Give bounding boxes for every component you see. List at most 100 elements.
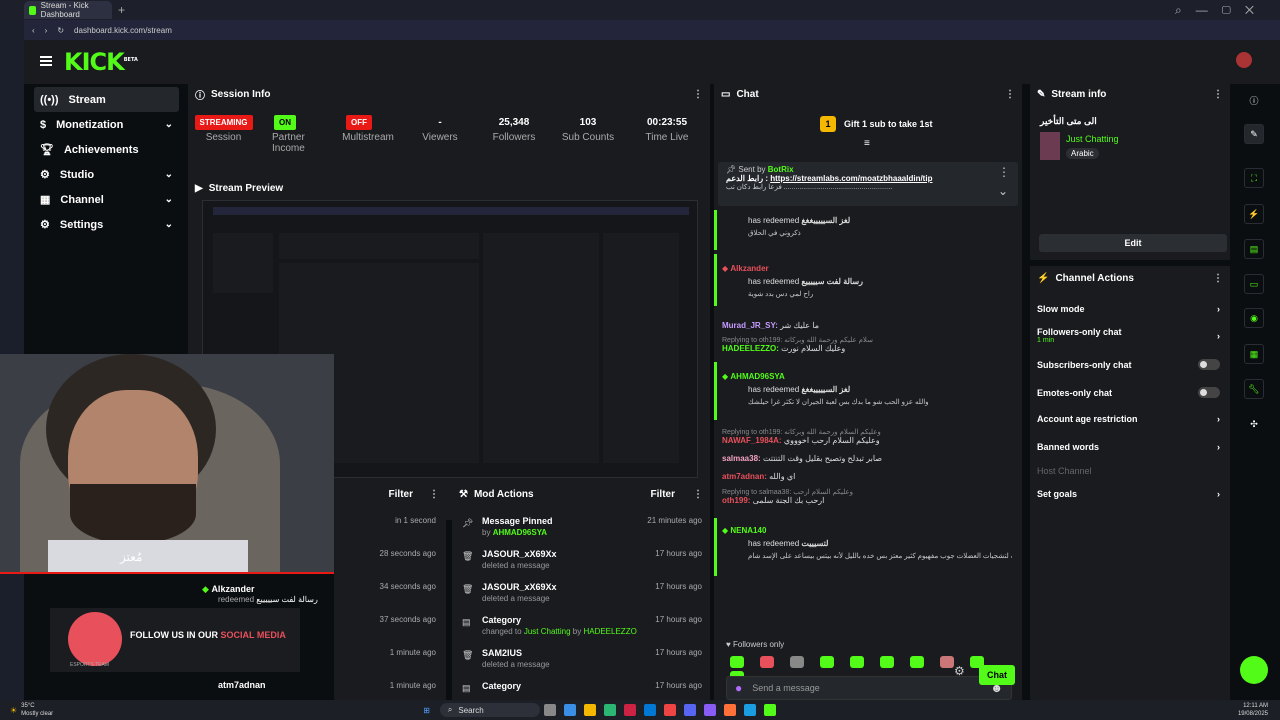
activity-time: in 1 second bbox=[395, 516, 436, 525]
gear-icon[interactable]: ⚙ bbox=[954, 664, 965, 678]
bolt-icon: ⚡ bbox=[1037, 272, 1050, 284]
sidebar-item-settings[interactable]: ⚙ Settings ⌄ bbox=[34, 212, 179, 237]
panel-header: ▭ Chat ⋮ bbox=[721, 88, 1015, 100]
emotes-only-row[interactable]: Emotes-only chat bbox=[1037, 387, 1220, 398]
activity-item[interactable]: ◆ Alkzander redeemed رسالة لفت سيييييع bbox=[202, 584, 318, 604]
emotes-only-toggle[interactable] bbox=[1198, 387, 1220, 398]
pinned-link[interactable]: https://streamlabs.com/moatzbhaaaldin/ti… bbox=[770, 174, 932, 183]
back-icon[interactable]: ‹ bbox=[32, 26, 35, 35]
url-field[interactable]: dashboard.kick.com/stream bbox=[74, 26, 172, 35]
mod-action-row[interactable]: 🗑︎ JASOUR_xX69Xx deleted a message 17 hours… bbox=[460, 549, 702, 579]
sidebar-item-stream[interactable]: ((•)) Stream bbox=[34, 87, 179, 112]
taskbar-search[interactable]: ⌕ Search bbox=[439, 703, 540, 717]
activity-user: atm7adnan bbox=[218, 680, 266, 690]
sidebar-item-achievements[interactable]: 🏆︎ Achievements bbox=[34, 137, 179, 162]
weather-widget[interactable]: 35°C Mostly clear bbox=[21, 702, 53, 718]
followers-only-row[interactable]: Followers-only chat 1 min › bbox=[1037, 327, 1220, 344]
team-logo-icon bbox=[68, 612, 122, 666]
filter-button[interactable]: Filter bbox=[651, 489, 675, 500]
sidebar-item-monetization[interactable]: $ Monetization ⌄ bbox=[34, 112, 179, 137]
send-chat-button[interactable]: Chat bbox=[979, 665, 1015, 685]
forward-icon[interactable]: › bbox=[45, 26, 48, 35]
chat-message: Replying to oth199: سلام عليكم ورحمة الل… bbox=[722, 337, 873, 353]
sidebar-item-channel[interactable]: ▦ Channel ⌄ bbox=[34, 187, 179, 212]
chat-message: has redeemed لغز السيييييغغغ ذكروني في ال… bbox=[748, 216, 851, 237]
kick-dashboard: KICKBETA ((•)) Stream $ Monetization ⌄ 🏆︎ Ac… bbox=[0, 40, 1280, 720]
windows-start-icon[interactable]: ⊞ bbox=[423, 706, 430, 715]
settings-icon: ⚙ bbox=[40, 219, 50, 231]
subscribers-only-row[interactable]: Subscribers-only chat bbox=[1037, 359, 1220, 370]
edit-icon[interactable]: ✎ bbox=[1244, 124, 1264, 144]
stat-partner-income: ON Partner Income bbox=[262, 112, 312, 154]
info-icon: ⓘ bbox=[195, 90, 205, 102]
reload-icon[interactable]: ↻ bbox=[57, 26, 64, 35]
category-link[interactable]: Just Chatting bbox=[1066, 134, 1119, 144]
new-tab-icon[interactable]: + bbox=[118, 3, 125, 17]
chevron-down-icon: ⌄ bbox=[164, 169, 173, 180]
mod-action-row[interactable]: 🗑︎ JASOUR_xX69Xx deleted a message 17 hours… bbox=[460, 582, 702, 612]
window-controls[interactable]: ⌕—▢✕ bbox=[1175, 3, 1268, 18]
chevron-down-icon: ⌄ bbox=[164, 194, 173, 205]
more-icon[interactable]: ⋮ bbox=[693, 489, 703, 500]
category-icon: ▤ bbox=[462, 683, 471, 693]
more-icon[interactable]: ⋮ bbox=[1213, 273, 1223, 284]
pin-icon: 📌︎ bbox=[726, 165, 737, 174]
chevron-right-icon: › bbox=[1217, 304, 1220, 314]
more-icon[interactable]: ⋮ bbox=[1213, 89, 1223, 100]
stat-session: STREAMING Session bbox=[194, 112, 253, 143]
redeem-icon: ◆ bbox=[202, 584, 209, 594]
more-icon[interactable]: ⋮ bbox=[1005, 89, 1015, 100]
activity-time: 34 seconds ago bbox=[379, 582, 437, 591]
redeem-icon: ◆ bbox=[722, 372, 729, 381]
wrench-icon[interactable]: 🔧︎ bbox=[1244, 379, 1264, 399]
pencil-icon: ✎ bbox=[1037, 88, 1046, 100]
activity-time: 37 seconds ago bbox=[379, 615, 437, 624]
mod-action-row[interactable]: 🗑︎ SAM2IUS deleted a message 17 hours ago bbox=[460, 648, 702, 678]
collapse-icon[interactable]: ≡ bbox=[864, 138, 870, 149]
kick-logo[interactable]: KICKBETA bbox=[64, 48, 138, 76]
plugins-icon[interactable]: ✣ bbox=[1244, 414, 1264, 434]
chat-input[interactable]: ● Send a message ☻ bbox=[726, 676, 1012, 700]
info-icon[interactable]: ⓘ bbox=[1244, 90, 1264, 110]
chat-panel: ▭ Chat ⋮ 1 Gift 1 sub to take 1st ≡ 📌︎ Sen… bbox=[714, 82, 1022, 720]
chevron-right-icon: › bbox=[1217, 414, 1220, 424]
activity-time: 28 seconds ago bbox=[379, 549, 437, 558]
support-chat-icon[interactable] bbox=[1240, 656, 1268, 684]
broadcast-icon[interactable]: ◉ bbox=[1244, 308, 1264, 328]
bolt-icon[interactable]: ⚡ bbox=[1244, 204, 1264, 224]
set-goals-row[interactable]: Set goals › bbox=[1037, 489, 1220, 499]
gavel-icon: ⚒ bbox=[459, 488, 468, 500]
broadcast-icon: ((•)) bbox=[40, 93, 59, 106]
banned-words-row[interactable]: Banned words › bbox=[1037, 442, 1220, 452]
gift-sub-banner[interactable]: 1 Gift 1 sub to take 1st bbox=[820, 116, 933, 132]
chevron-down-icon: ⌄ bbox=[164, 219, 173, 230]
channel-icon: ▦ bbox=[40, 194, 51, 206]
stat-sub-counts: 103 Sub Counts bbox=[561, 116, 615, 144]
slow-mode-row[interactable]: Slow mode › bbox=[1037, 304, 1220, 314]
clip-icon[interactable]: ⛶ bbox=[1244, 168, 1264, 188]
panel-header: ▶ Stream Preview bbox=[195, 182, 284, 194]
menu-icon[interactable] bbox=[40, 56, 52, 66]
panel-header: ⚒ Mod Actions Filter ⋮ bbox=[459, 488, 703, 500]
subscribers-only-toggle[interactable] bbox=[1198, 359, 1220, 370]
edit-stream-button[interactable]: Edit bbox=[1039, 234, 1227, 252]
more-icon[interactable]: ⋮ bbox=[693, 89, 703, 100]
mod-action-row[interactable]: 📌︎ Message Pinned by AHMAD96SYA 21 minutes … bbox=[460, 516, 702, 546]
chat-message: Replying to oth199: وعليكم السلام ورحمة … bbox=[722, 429, 881, 445]
unpin-icon[interactable]: ⋮ bbox=[998, 165, 1010, 179]
trash-icon: 🗑︎ bbox=[462, 551, 474, 561]
taskbar-clock[interactable]: 12:11 AM 19/08/2025 bbox=[1238, 702, 1268, 718]
trash-icon: 🗑︎ bbox=[462, 650, 474, 660]
browser-tab[interactable]: Stream - Kick Dashboard bbox=[24, 1, 112, 19]
mod-action-row[interactable]: ▤ Category changed to Just Chatting by HAD… bbox=[460, 615, 702, 645]
chat-icon[interactable]: ▭ bbox=[1244, 274, 1264, 294]
mic-icon[interactable]: ● bbox=[735, 681, 742, 695]
language-tag: Arabic bbox=[1066, 148, 1099, 159]
chevron-down-icon[interactable]: ⌄ bbox=[998, 184, 1008, 198]
layout-icon[interactable]: ▦ bbox=[1244, 344, 1264, 364]
user-avatar[interactable] bbox=[1236, 52, 1252, 68]
chevron-right-icon: › bbox=[1217, 489, 1220, 499]
sidebar-item-studio[interactable]: ⚙ Studio ⌄ bbox=[34, 162, 179, 187]
account-age-row[interactable]: Account age restriction › bbox=[1037, 414, 1220, 424]
document-icon[interactable]: ▤ bbox=[1244, 239, 1264, 259]
